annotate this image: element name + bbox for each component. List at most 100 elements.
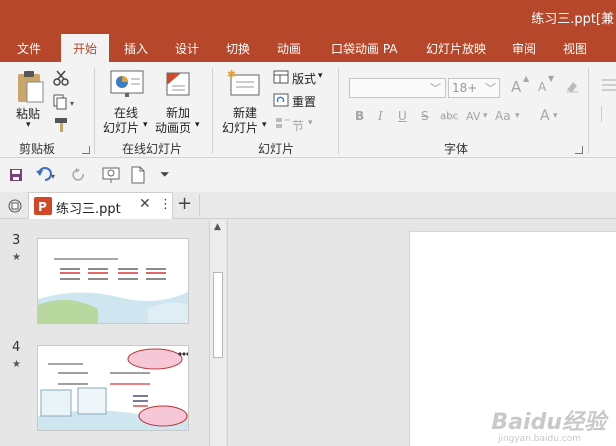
new-file-icon[interactable]	[131, 166, 145, 187]
tab-slideshow[interactable]: 幻灯片放映	[426, 40, 486, 57]
group-divider	[588, 68, 589, 154]
slide-thumbnails-pane: 3 ★ 4 ★	[0, 220, 228, 446]
online-slide-icon[interactable]	[110, 70, 144, 101]
clear-formatting-icon[interactable]	[564, 78, 580, 97]
character-spacing-dropdown-icon[interactable]: ▾	[483, 111, 488, 121]
font-name-select[interactable]: ﹀	[349, 78, 446, 98]
title-bar: 练习三.ppt[兼	[0, 0, 616, 34]
slide-thumbnail[interactable]	[37, 345, 189, 431]
group-divider	[338, 68, 339, 154]
window-title: 练习三.ppt[兼	[531, 12, 614, 27]
more-options-icon[interactable]: ⋮	[159, 197, 172, 212]
svg-text:P: P	[38, 200, 47, 214]
font-launcher-icon[interactable]	[575, 146, 583, 154]
paste-icon[interactable]	[15, 70, 45, 107]
tab-list-icon[interactable]	[7, 198, 23, 217]
close-tab-icon[interactable]: ✕	[139, 196, 151, 212]
slide-thumbnail[interactable]	[37, 238, 189, 324]
shrink-font-button[interactable]: A	[538, 80, 546, 94]
font-group-label: 字体	[444, 142, 469, 156]
document-tab[interactable]: P 练习三.ppt ✕ ⋮	[28, 192, 173, 219]
tab-animations[interactable]: 动画	[277, 40, 301, 57]
tab-divider	[199, 194, 200, 216]
layout-dropdown-icon[interactable]: ▾	[318, 71, 323, 81]
slide-editor: Baidu经验 jingyan.baidu.com	[229, 220, 616, 446]
chevron-down-icon[interactable]: ﹀	[485, 80, 496, 96]
new-slide-label-2[interactable]: 幻灯片	[222, 119, 258, 136]
text-shadow-button[interactable]: abc	[440, 111, 458, 122]
document-tab-name: 练习三.ppt	[56, 202, 121, 217]
font-color-dropdown-icon[interactable]: ▾	[553, 111, 558, 121]
save-icon[interactable]	[9, 168, 23, 185]
svg-text:▾: ▾	[70, 99, 74, 108]
layout-icon[interactable]	[273, 70, 289, 87]
tab-insert[interactable]: 插入	[124, 40, 148, 57]
section-label: 节	[292, 119, 305, 133]
online-slide-dropdown-icon[interactable]: ▾	[143, 120, 148, 130]
new-slide-dropdown-icon[interactable]: ▾	[262, 120, 267, 130]
group-divider	[94, 68, 95, 154]
clipboard-group-label: 剪贴板	[19, 142, 56, 156]
font-color-button[interactable]: A	[540, 108, 550, 124]
new-animation-page-icon[interactable]	[163, 70, 193, 101]
slideshow-icon[interactable]	[102, 166, 120, 187]
bullets-icon[interactable]	[599, 76, 616, 97]
copy-icon[interactable]: ▾	[53, 94, 77, 113]
change-case-button[interactable]: Aa	[495, 109, 511, 123]
tab-view[interactable]: 视图	[563, 40, 587, 57]
character-spacing-button[interactable]: AV	[466, 110, 480, 123]
chevron-down-icon[interactable]: ﹀	[430, 80, 441, 96]
ribbon: 粘贴 ▾ ▾ 剪贴板 在线 幻灯片 ▾ 新加 动画页 ▾ 在线幻灯片 ✱ 新建 …	[0, 62, 616, 158]
paste-dropdown-icon[interactable]: ▾	[26, 120, 31, 130]
redo-icon[interactable]	[72, 167, 86, 186]
powerpoint-file-icon: P	[34, 197, 52, 218]
new-page-dropdown-icon[interactable]: ▾	[195, 120, 200, 130]
cut-icon[interactable]	[53, 70, 69, 89]
online-slide-label-2[interactable]: 幻灯片	[103, 119, 139, 136]
bold-button[interactable]: B	[355, 109, 364, 123]
tab-pocket-animation[interactable]: 口袋动画 PA	[331, 40, 398, 57]
strikethrough-button[interactable]: S	[421, 109, 429, 123]
tab-home[interactable]: 开始	[61, 34, 110, 62]
italic-button[interactable]: I	[378, 109, 383, 123]
reset-icon[interactable]	[273, 93, 289, 110]
scrollbar-thumb[interactable]	[213, 272, 223, 358]
slide-number: 4	[12, 340, 21, 355]
group-divider	[212, 68, 213, 154]
tab-design[interactable]: 设计	[175, 40, 199, 57]
reset-label[interactable]: 重置	[292, 93, 316, 110]
layout-label[interactable]: 版式	[292, 70, 316, 87]
section-dropdown-icon: ▾	[308, 118, 313, 128]
customize-qat-icon[interactable]: ⏷	[160, 167, 170, 182]
tab-review[interactable]: 审阅	[512, 40, 536, 57]
online-slides-group-label: 在线幻灯片	[122, 142, 183, 156]
slide-number: 3	[12, 233, 21, 248]
grow-font-button[interactable]: A	[511, 78, 521, 96]
grow-arrow-icon: ▲	[523, 74, 530, 83]
tab-transitions[interactable]: 切换	[226, 40, 250, 57]
watermark-text: Baidu经验	[491, 410, 606, 435]
animation-star-icon: ★	[12, 359, 21, 370]
paragraph-divider	[601, 106, 615, 122]
svg-text:✱: ✱	[227, 68, 236, 81]
clipboard-launcher-icon[interactable]	[82, 146, 90, 154]
ribbon-tab-bar: 文件 开始 插入 设计 切换 动画 口袋动画 PA 幻灯片放映 审阅 视图	[0, 34, 616, 62]
font-size-select[interactable]: 18+ ﹀	[448, 78, 500, 98]
scroll-up-icon[interactable]: ▲	[214, 222, 221, 232]
shrink-arrow-icon: ▼	[548, 74, 555, 83]
undo-icon[interactable]: ▾	[36, 167, 60, 186]
format-painter-icon[interactable]	[53, 117, 71, 136]
new-slide-icon[interactable]: ✱	[227, 68, 261, 101]
font-size-value: 18+	[452, 81, 478, 95]
section-icon	[275, 117, 291, 132]
watermark-subtext: jingyan.baidu.com	[497, 434, 581, 444]
underline-button[interactable]: U	[398, 109, 407, 123]
tab-file[interactable]: 文件	[17, 40, 41, 57]
add-tab-button[interactable]: +	[177, 193, 192, 214]
document-tab-bar: P 练习三.ppt ✕ ⋮ +	[0, 192, 616, 219]
change-case-dropdown-icon[interactable]: ▾	[515, 111, 520, 121]
animation-star-icon: ★	[12, 252, 21, 263]
svg-text:▾: ▾	[51, 172, 55, 181]
thumbnails-scrollbar[interactable]: ▲	[209, 220, 226, 446]
new-page-label-2[interactable]: 动画页	[155, 119, 191, 136]
